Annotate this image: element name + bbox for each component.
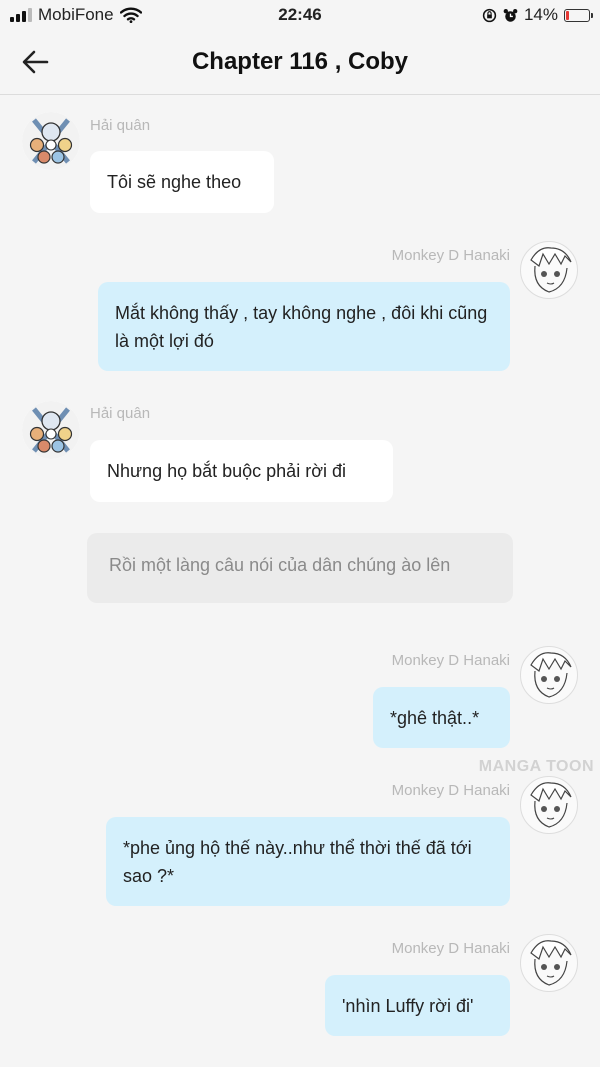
marine-avatar[interactable] (22, 112, 80, 170)
hanaki-avatar[interactable] (520, 646, 578, 704)
hanaki-avatar[interactable] (520, 776, 578, 834)
page-title: Chapter 116 , Coby (191, 48, 409, 75)
chapter-header: Chapter 116 , Coby (0, 32, 600, 95)
crew-group-avatar-icon (22, 112, 80, 170)
marine-avatar[interactable] (22, 401, 80, 459)
manga-face-avatar-icon (530, 940, 572, 986)
crew-group-avatar-icon (22, 401, 80, 459)
status-bar: MobiFone 22:46 14% (0, 0, 600, 32)
manga-face-avatar-icon (530, 247, 572, 293)
narration-bubble: Rồi một làng câu nói của dân chúng ào lê… (87, 533, 513, 603)
battery-percent: 14% (523, 5, 558, 24)
hanaki-avatar[interactable] (520, 934, 578, 992)
sender-name: Monkey D Hanaki (391, 652, 510, 669)
sender-name: Monkey D Hanaki (391, 782, 510, 799)
message-bubble: *ghê thật..* (373, 687, 510, 748)
orientation-lock-icon (482, 8, 497, 22)
message-bubble: Nhưng họ bắt buộc phải rời đi (90, 440, 393, 502)
hanaki-avatar[interactable] (520, 241, 578, 299)
sender-name: Hải quân (90, 117, 151, 134)
sender-name: Monkey D Hanaki (391, 247, 510, 264)
manga-face-avatar-icon (530, 782, 572, 828)
sender-name: Hải quân (90, 405, 151, 422)
watermark: MANGA TOON (478, 758, 594, 775)
message-bubble: *phe ủng hộ thế này..như thể thời thế đã… (106, 817, 510, 906)
status-right: 14% (482, 5, 593, 25)
battery-icon (564, 8, 593, 22)
alarm-clock-icon (503, 8, 518, 22)
message-bubble: Tôi sẽ nghe theo (90, 151, 274, 213)
message-bubble: 'nhìn Luffy rời đi' (325, 975, 510, 1036)
message-bubble: Mắt không thấy , tay không nghe , đôi kh… (98, 282, 510, 371)
manga-face-avatar-icon (530, 652, 572, 698)
sender-name: Monkey D Hanaki (391, 940, 510, 957)
